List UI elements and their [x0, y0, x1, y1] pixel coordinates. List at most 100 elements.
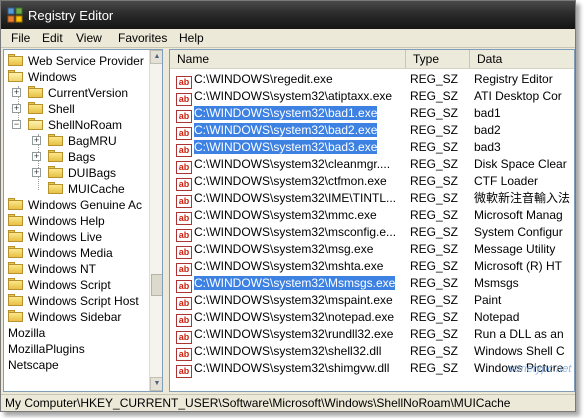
table-row[interactable]: ab C:\WINDOWS\system32\msg.exe REG_SZ Messa…: [170, 241, 574, 259]
table-row[interactable]: ab C:\WINDOWS\system32\shell32.dll REG_SZ W…: [170, 343, 574, 361]
value-data: 微軟新注音輸入法: [474, 191, 571, 205]
tree-item[interactable]: + DUIBags: [32, 165, 116, 181]
table-row[interactable]: ab C:\WINDOWS\system32\Msmsgs.exe REG_SZ Ms…: [170, 275, 574, 293]
table-row[interactable]: ab C:\WINDOWS\system32\IME\TINTL... REG_SZ…: [170, 190, 574, 208]
window-title: Registry Editor: [28, 8, 114, 23]
pane-splitter[interactable]: [164, 49, 168, 392]
value-name: C:\WINDOWS\system32\atiptaxx.exe: [194, 89, 393, 103]
table-row[interactable]: ab C:\WINDOWS\system32\bad2.exe REG_SZ bad2: [170, 122, 574, 140]
table-row[interactable]: ab C:\WINDOWS\system32\ctfmon.exe REG_SZ CT…: [170, 173, 574, 191]
value-data: Run a DLL as an: [474, 327, 564, 341]
value-name: C:\WINDOWS\system32\shell32.dll: [194, 344, 382, 358]
tree-item[interactable]: Windows Script Host: [8, 293, 139, 309]
table-row[interactable]: ab C:\WINDOWS\regedit.exe REG_SZ Registry E…: [170, 71, 574, 89]
tree-item-label: Windows Script Host: [28, 294, 139, 308]
tree-item[interactable]: + BagMRU: [32, 133, 117, 149]
table-row[interactable]: ab C:\WINDOWS\system32\mshta.exe REG_SZ Mic…: [170, 258, 574, 276]
value-name: C:\WINDOWS\system32\ctfmon.exe: [194, 174, 387, 188]
value-type: REG_SZ: [410, 293, 459, 307]
tree-item[interactable]: + Bags: [32, 149, 95, 165]
value-name: C:\WINDOWS\system32\bad2.exe: [194, 123, 378, 137]
column-name-header[interactable]: Name: [170, 50, 406, 68]
table-row[interactable]: ab C:\WINDOWS\system32\bad3.exe REG_SZ bad3: [170, 139, 574, 157]
tree-item[interactable]: Windows Live: [8, 229, 102, 245]
tree-item[interactable]: Web Service Provider: [8, 53, 144, 69]
values-list-pane[interactable]: Name Type Data ab C:\WINDOWS\regedit.exe R…: [169, 49, 575, 392]
value-type: REG_SZ: [410, 225, 459, 239]
expand-icon[interactable]: +: [12, 104, 21, 113]
tree-item[interactable]: Windows Script: [8, 277, 111, 293]
value-name-cell: ab C:\WINDOWS\system32\mmc.exe: [176, 207, 404, 225]
tree-item-label: Windows Live: [28, 230, 103, 244]
title-bar[interactable]: Registry Editor: [1, 1, 575, 29]
folder-icon: [8, 198, 24, 211]
menu-view[interactable]: View: [76, 31, 102, 45]
folder-icon: [8, 294, 24, 307]
tree-item[interactable]: Windows NT: [8, 261, 96, 277]
registry-editor-window: Registry Editor File Edit View Favorites…: [0, 0, 576, 412]
tree-scroll-down-button[interactable]: ▼: [150, 377, 162, 391]
folder-icon: [8, 310, 24, 323]
tree-item[interactable]: − ShellNoRoam: [12, 117, 122, 133]
value-name: C:\WINDOWS\system32\notepad.exe: [194, 310, 395, 324]
table-row[interactable]: ab C:\WINDOWS\system32\atiptaxx.exe REG_SZ…: [170, 88, 574, 106]
table-row[interactable]: ab C:\WINDOWS\system32\notepad.exe REG_SZ N…: [170, 309, 574, 327]
menu-edit[interactable]: Edit: [42, 31, 63, 45]
menu-favorites[interactable]: Favorites: [118, 31, 167, 45]
tree-item[interactable]: + Shell: [12, 101, 75, 117]
value-name-cell: ab C:\WINDOWS\system32\shimgvw.dll: [176, 360, 404, 378]
column-data-header[interactable]: Data: [470, 50, 574, 68]
tree-item[interactable]: MozillaPlugins: [8, 341, 85, 357]
value-data: Notepad: [474, 310, 520, 324]
key-tree-pane[interactable]: Web Service Provider Windows + CurrentVersi…: [3, 49, 163, 392]
value-name: C:\WINDOWS\system32\msg.exe: [194, 242, 374, 256]
column-type-header[interactable]: Type: [406, 50, 470, 68]
table-row[interactable]: ab C:\WINDOWS\system32\msconfig.e... REG_S…: [170, 224, 574, 242]
expand-icon[interactable]: +: [32, 136, 41, 145]
tree-item[interactable]: Windows Sidebar: [8, 309, 121, 325]
table-row[interactable]: ab C:\WINDOWS\system32\rundll32.exe REG_SZ…: [170, 326, 574, 344]
value-name: C:\WINDOWS\system32\rundll32.exe: [194, 327, 394, 341]
value-name-cell: ab C:\WINDOWS\system32\cleanmgr....: [176, 156, 404, 174]
tree-scroll-up-button[interactable]: ▲: [150, 50, 162, 64]
tree-item-label: Windows NT: [28, 262, 97, 276]
expand-icon[interactable]: +: [12, 88, 21, 97]
tree-item[interactable]: Windows Help: [8, 213, 105, 229]
folder-icon: [48, 182, 64, 195]
value-name: C:\WINDOWS\system32\mshta.exe: [194, 259, 384, 273]
collapse-icon[interactable]: −: [12, 120, 21, 129]
table-row[interactable]: ab C:\WINDOWS\system32\mmc.exe REG_SZ Micro…: [170, 207, 574, 225]
list-header: Name Type Data: [170, 50, 574, 69]
tree-item[interactable]: Mozilla: [8, 325, 45, 341]
string-value-icon: ab: [176, 365, 192, 378]
tree-item[interactable]: Windows Genuine Ac: [8, 197, 142, 213]
table-row[interactable]: ab C:\WINDOWS\system32\mspaint.exe REG_SZ P…: [170, 292, 574, 310]
menu-file[interactable]: File: [11, 31, 30, 45]
value-type: REG_SZ: [410, 310, 459, 324]
value-data: Windows Shell C: [474, 344, 565, 358]
tree-item[interactable]: Windows: [8, 69, 77, 85]
tree-item[interactable]: Windows Media: [8, 245, 113, 261]
value-name: C:\WINDOWS\system32\msconfig.e...: [194, 225, 397, 239]
tree-item[interactable]: MUICache: [48, 181, 125, 197]
tree-scrollbar[interactable]: ▲ ▼: [149, 50, 162, 391]
value-name-cell: ab C:\WINDOWS\system32\Msmsgs.exe: [176, 275, 404, 293]
value-name-cell: ab C:\WINDOWS\system32\notepad.exe: [176, 309, 404, 327]
value-name: C:\WINDOWS\system32\cleanmgr....: [194, 157, 391, 171]
value-type: REG_SZ: [410, 259, 459, 273]
folder-icon: [48, 134, 64, 147]
tree-item[interactable]: Netscape: [8, 357, 59, 373]
tree-item[interactable]: + CurrentVersion: [12, 85, 128, 101]
status-path: My Computer\HKEY_CURRENT_USER\Software\M…: [5, 396, 511, 410]
value-name-cell: ab C:\WINDOWS\system32\atiptaxx.exe: [176, 88, 404, 106]
tree-item-label: BagMRU: [68, 134, 117, 148]
menu-help[interactable]: Help: [179, 31, 204, 45]
value-name-cell: ab C:\WINDOWS\system32\bad3.exe: [176, 139, 404, 157]
expand-icon[interactable]: +: [32, 152, 41, 161]
tree-scroll-thumb[interactable]: [151, 274, 162, 296]
table-row[interactable]: ab C:\WINDOWS\system32\bad1.exe REG_SZ bad1: [170, 105, 574, 123]
folder-icon: [8, 214, 24, 227]
table-row[interactable]: ab C:\WINDOWS\system32\cleanmgr.... REG_SZ…: [170, 156, 574, 174]
tree-item-label: Windows: [28, 70, 77, 84]
expand-icon[interactable]: +: [32, 168, 41, 177]
